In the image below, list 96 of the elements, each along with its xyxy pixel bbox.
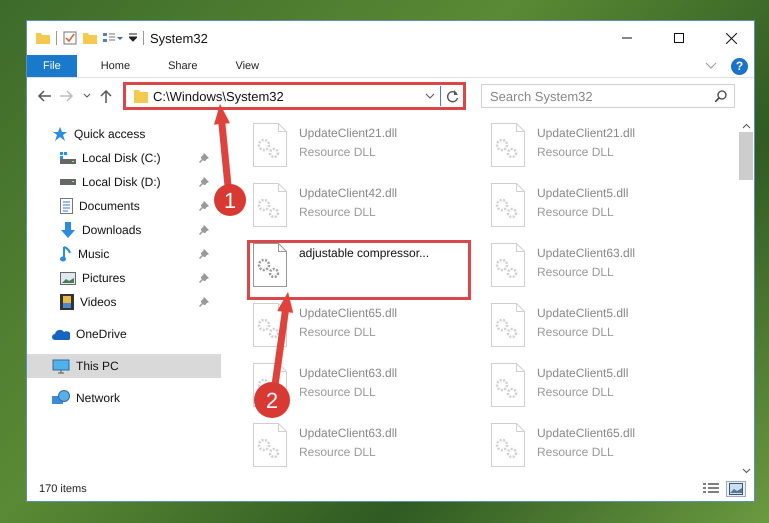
download-arrow-icon — [60, 222, 76, 238]
file-type: Resource DLL — [537, 385, 615, 399]
file-type: Resource DLL — [537, 325, 615, 339]
ribbon-tab[interactable]: Home — [86, 55, 144, 77]
sidebar-item[interactable]: This PC — [27, 354, 221, 378]
recent-locations-chevron-icon[interactable] — [83, 93, 91, 99]
drive-icon — [60, 178, 76, 186]
sidebar-item[interactable]: Quick access — [27, 122, 221, 146]
file-name[interactable]: UpdateClient21.dll — [537, 126, 636, 140]
sidebar-item[interactable]: Pictures — [27, 266, 213, 290]
large-icons-view-button[interactable] — [726, 481, 746, 497]
sidebar-item[interactable]: Network — [27, 386, 221, 410]
file-name: adjustable compressor... — [299, 246, 430, 260]
sidebar-label: OneDrive — [76, 327, 128, 341]
file-name[interactable]: UpdateClient5.dll — [537, 306, 628, 320]
file-name[interactable]: UpdateClient42.dll — [299, 186, 398, 200]
computer-icon — [52, 358, 70, 374]
file-type: Resource DLL — [299, 385, 377, 399]
address-path: C:\Windows\System32 — [153, 88, 285, 104]
document-icon — [60, 198, 73, 214]
pin-icon[interactable] — [199, 225, 209, 235]
scrollbar-thumb[interactable] — [739, 132, 753, 180]
file-name[interactable]: UpdateClient63.dll — [537, 246, 636, 260]
back-arrow-icon[interactable] — [37, 90, 51, 102]
maximize-icon — [674, 33, 684, 43]
network-globe-icon — [52, 390, 70, 406]
sidebar-item[interactable]: Documents — [27, 194, 213, 218]
file-name[interactable]: UpdateClient21.dll — [299, 126, 398, 140]
file-type: Resource DLL — [299, 445, 377, 459]
ribbon-tab[interactable]: Share — [154, 55, 212, 77]
forward-arrow-icon[interactable] — [60, 90, 74, 102]
pin-icon[interactable] — [199, 177, 209, 187]
sidebar-item[interactable]: Local Disk (C:) — [27, 146, 213, 170]
cloud-icon — [52, 328, 70, 340]
close-icon — [726, 32, 736, 44]
file-type: Resource DLL — [537, 265, 615, 279]
customize-toolbar-icon[interactable] — [103, 32, 123, 44]
picture-icon — [60, 272, 76, 284]
search-field[interactable]: Search System32 — [481, 84, 735, 108]
sidebar-item[interactable]: Videos — [27, 290, 213, 314]
highlighted-file-item[interactable]: adjustable compressor... — [247, 240, 471, 300]
scroll-up-chevron-icon[interactable] — [742, 123, 750, 129]
sidebar-label: Downloads — [82, 223, 142, 237]
folder-icon — [134, 89, 148, 103]
item-count: 170 items — [39, 483, 87, 495]
expand-ribbon-chevron-icon[interactable] — [705, 62, 717, 70]
ribbon-tab[interactable]: View — [221, 55, 274, 77]
pin-icon[interactable] — [199, 297, 209, 307]
window-title: System32 — [150, 30, 208, 46]
file-type: Resource DLL — [537, 145, 615, 159]
new-folder-icon[interactable] — [83, 32, 97, 44]
file-name[interactable]: UpdateClient65.dll — [299, 306, 398, 320]
film-strip-icon — [60, 294, 74, 310]
folder-icon[interactable] — [36, 32, 50, 44]
file-type: Resource DLL — [537, 205, 615, 219]
file-name[interactable]: UpdateClient63.dll — [299, 426, 398, 440]
sidebar-label: Documents — [79, 199, 141, 213]
file-type: Resource DLL — [537, 445, 615, 459]
sidebar-item[interactable]: OneDrive — [27, 322, 221, 346]
sidebar-item[interactable]: Music — [27, 242, 213, 266]
file-name[interactable]: UpdateClient5.dll — [537, 366, 628, 380]
pin-icon[interactable] — [199, 201, 209, 211]
address-dropdown-chevron-icon[interactable] — [425, 93, 435, 99]
refresh-icon[interactable] — [446, 90, 459, 102]
help-button[interactable]: ? — [731, 58, 748, 74]
file-type: Resource DLL — [299, 145, 377, 159]
search-icon[interactable] — [715, 90, 727, 102]
step-number-badge: 2 — [254, 382, 290, 418]
pin-icon[interactable] — [199, 273, 209, 283]
sidebar-item[interactable]: Downloads — [27, 218, 213, 242]
sidebar-item[interactable]: Local Disk (D:) — [27, 170, 213, 194]
dropdown-caret-icon[interactable] — [129, 33, 137, 43]
sidebar-label: Local Disk (D:) — [82, 175, 162, 189]
star-icon — [52, 126, 68, 142]
music-note-icon — [60, 246, 72, 262]
system-drive-icon — [60, 152, 76, 164]
file-name[interactable]: UpdateClient65.dll — [537, 426, 636, 440]
sidebar-label: Network — [76, 391, 122, 405]
file-type: Resource DLL — [299, 325, 377, 339]
up-arrow-icon[interactable] — [100, 89, 112, 103]
sidebar-label: Local Disk (C:) — [82, 151, 162, 165]
file-name[interactable]: UpdateClient63.dll — [299, 366, 398, 380]
pin-icon[interactable] — [199, 153, 209, 163]
address-bar[interactable]: C:\Windows\System32 — [123, 82, 466, 110]
sidebar-label: Pictures — [82, 271, 126, 285]
step-number-badge: 1 — [214, 184, 246, 216]
sidebar-label: Music — [78, 247, 110, 261]
scroll-down-chevron-icon[interactable] — [742, 468, 750, 474]
sidebar-label: Videos — [80, 295, 118, 309]
ribbon-tab[interactable]: File — [27, 55, 77, 77]
sidebar-label: Quick access — [74, 127, 146, 141]
pin-icon[interactable] — [199, 249, 209, 259]
file-name[interactable]: UpdateClient5.dll — [537, 186, 628, 200]
sidebar-label: This PC — [76, 359, 120, 373]
file-type: Resource DLL — [299, 205, 377, 219]
properties-check-icon[interactable] — [63, 31, 77, 45]
